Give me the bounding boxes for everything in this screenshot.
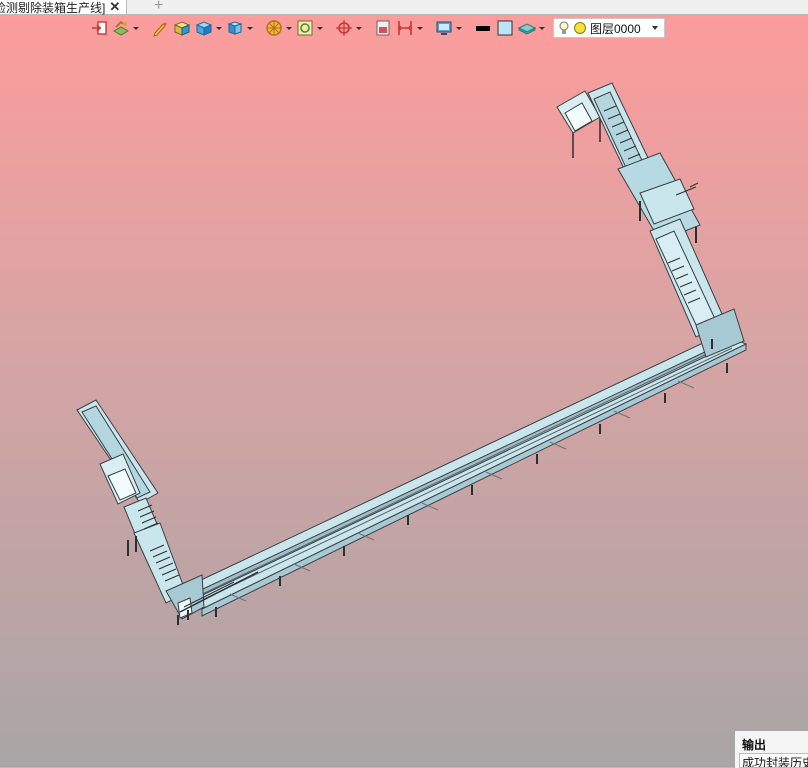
material-button[interactable]	[516, 17, 547, 39]
line-color-icon	[476, 26, 490, 31]
line-color-button[interactable]	[472, 17, 494, 39]
section-icon	[376, 20, 390, 36]
layers-paint-icon	[112, 20, 130, 36]
conveyor-legs	[215, 363, 728, 617]
lightbulb-icon	[559, 21, 569, 34]
document-tab-title: 检测剔除装箱生产线]	[0, 0, 106, 15]
material-icon	[517, 23, 537, 35]
pencil-button[interactable]	[149, 17, 171, 39]
render-wheel-icon	[266, 20, 282, 36]
chevron-down-icon[interactable]	[415, 17, 424, 39]
layer-name: 图层0000	[590, 21, 641, 36]
layers-paint-button[interactable]	[110, 17, 141, 39]
section-button[interactable]	[372, 17, 394, 39]
cube-display-icon	[227, 21, 243, 35]
conveyor-main	[181, 333, 748, 617]
3d-viewport[interactable]	[0, 41, 808, 767]
monitor-button[interactable]	[433, 17, 464, 39]
cube-display-button[interactable]	[224, 17, 255, 39]
cube-view-icon	[195, 21, 213, 36]
chevron-down-icon[interactable]	[354, 17, 363, 39]
view-toolbar: 图层0000	[88, 16, 665, 40]
chevron-down-icon[interactable]	[284, 17, 293, 39]
document-tab[interactable]: 检测剔除装箱生产线] ✕	[0, 0, 128, 15]
fill-color-icon	[497, 20, 513, 36]
crosshair-button[interactable]	[333, 17, 364, 39]
exit-icon	[92, 21, 107, 35]
chevron-down-icon[interactable]	[214, 17, 223, 39]
dimension-icon	[398, 21, 412, 35]
add-tab-icon[interactable]: +	[154, 0, 163, 15]
box-shade-button[interactable]	[171, 17, 193, 39]
chevron-down-icon[interactable]	[245, 17, 254, 39]
chevron-down-icon[interactable]	[537, 17, 546, 39]
layer-select[interactable]: 图层0000	[553, 18, 665, 38]
chevron-down-icon[interactable]	[454, 17, 463, 39]
output-title: 输出	[742, 738, 767, 752]
right-machine	[556, 82, 745, 358]
cube-view-button[interactable]	[193, 17, 224, 39]
pencil-icon	[153, 22, 167, 37]
chevron-down-icon[interactable]	[315, 17, 324, 39]
view-frame-button[interactable]	[294, 17, 325, 39]
exit-button[interactable]	[88, 17, 110, 39]
fill-color-button[interactable]	[494, 17, 516, 39]
sun-icon	[574, 22, 586, 34]
crosshair-icon	[336, 20, 352, 36]
box-shade-icon	[173, 21, 191, 36]
render-wheel-button[interactable]	[263, 17, 294, 39]
chevron-down-icon[interactable]	[652, 26, 658, 30]
monitor-icon	[436, 21, 452, 35]
close-icon[interactable]: ✕	[109, 0, 120, 13]
dimension-button[interactable]	[394, 17, 425, 39]
document-tab-bar: 检测剔除装箱生产线] ✕ +	[0, 0, 808, 15]
output-message: 成功封装历史	[739, 753, 808, 768]
chevron-down-icon[interactable]	[131, 17, 140, 39]
output-panel: 输出 成功封装历史	[734, 730, 808, 768]
view-frame-icon	[297, 20, 313, 36]
